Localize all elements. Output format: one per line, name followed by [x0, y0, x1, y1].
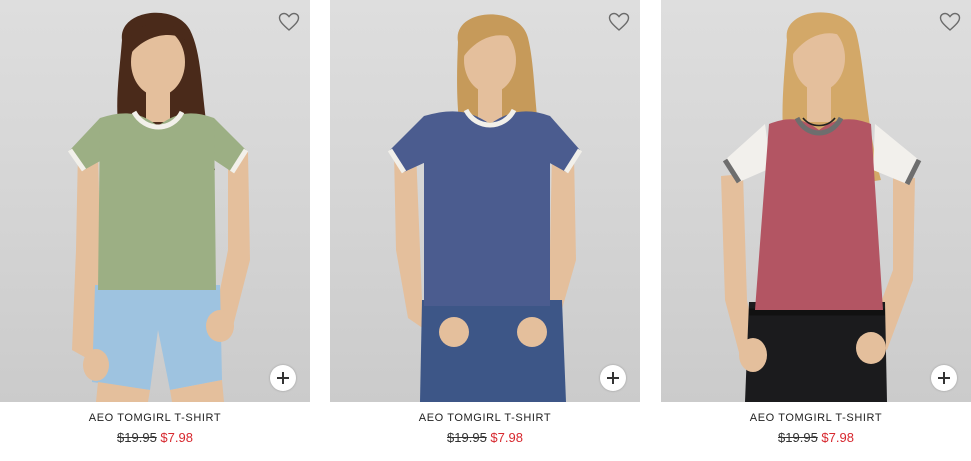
product-grid: AEO TOMGIRL T-SHIRT $19.95 $7.98 AEO TOM…: [0, 0, 971, 461]
sale-price: $7.98: [160, 430, 193, 445]
original-price: $19.95: [778, 430, 818, 445]
sale-price: $7.98: [821, 430, 854, 445]
heart-outline-icon[interactable]: [939, 12, 961, 32]
product-card[interactable]: AEO TOMGIRL T-SHIRT $19.95 $7.98: [0, 0, 310, 461]
original-price: $19.95: [447, 430, 487, 445]
model-illustration: [721, 12, 922, 402]
model-illustration: [387, 14, 583, 402]
heart-outline-icon[interactable]: [608, 12, 630, 32]
quick-add-button[interactable]: [931, 365, 957, 391]
plus-icon: [938, 372, 950, 384]
product-card[interactable]: AEO TOMGIRL T-SHIRT $19.95 $7.98: [330, 0, 640, 461]
plus-icon: [277, 372, 289, 384]
product-card[interactable]: AEO TOMGIRL T-SHIRT $19.95 $7.98: [661, 0, 971, 461]
product-image[interactable]: [661, 0, 971, 402]
original-price: $19.95: [117, 430, 157, 445]
quick-add-button[interactable]: [270, 365, 296, 391]
product-title[interactable]: AEO TOMGIRL T-SHIRT: [330, 412, 640, 424]
product-price: $19.95 $7.98: [0, 430, 310, 445]
product-image[interactable]: [0, 0, 310, 402]
quick-add-button[interactable]: [600, 365, 626, 391]
heart-outline-icon[interactable]: [278, 12, 300, 32]
product-title[interactable]: AEO TOMGIRL T-SHIRT: [0, 412, 310, 424]
product-price: $19.95 $7.98: [661, 430, 971, 445]
sale-price: $7.98: [490, 430, 523, 445]
plus-icon: [607, 372, 619, 384]
product-price: $19.95 $7.98: [330, 430, 640, 445]
product-image[interactable]: [330, 0, 640, 402]
product-title[interactable]: AEO TOMGIRL T-SHIRT: [661, 412, 971, 424]
model-illustration: [67, 12, 250, 402]
